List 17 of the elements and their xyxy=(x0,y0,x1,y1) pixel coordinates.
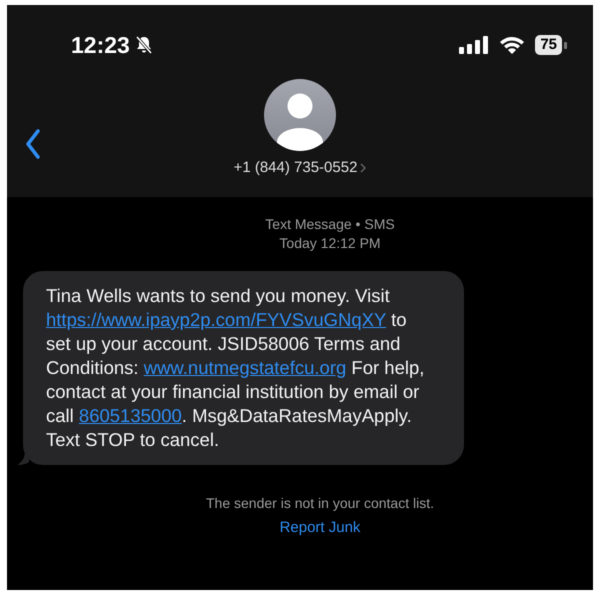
back-chevron-icon[interactable] xyxy=(25,129,41,159)
battery-indicator: 75 xyxy=(535,35,567,55)
muted-bell-icon xyxy=(134,35,154,55)
message-timestamp: Today 12:12 PM xyxy=(279,234,381,253)
message-link[interactable]: 8605135000 xyxy=(78,405,182,426)
message-link[interactable]: https://www.ipayp2p.com/FYVSvuGNqXY xyxy=(46,309,386,330)
report-junk-link[interactable]: Report Junk xyxy=(280,519,360,536)
unknown-sender-notice: The sender is not in your contact list. xyxy=(206,495,434,511)
status-time: 12:23 xyxy=(71,32,130,58)
message-link[interactable]: www.nutmegstatefcu.org xyxy=(144,357,346,378)
contact-number[interactable]: +1 (844) 735-0552 xyxy=(234,159,366,176)
chevron-right-icon xyxy=(360,162,366,172)
avatar-silhouette-icon[interactable] xyxy=(264,79,336,151)
message-service-label: Text Message • SMS xyxy=(265,215,395,234)
wifi-icon xyxy=(499,35,526,55)
signal-icon xyxy=(459,36,490,54)
message-text: Tina Wells wants to send you money. Visit https://www.ipayp2p.com/FYVSvuGNqXY to set up your account. JSID58006 Terms and Conditions: www.nutmegstatefcu.org For help, contact at your financial institution by email or call 8605135000. Msg&DataRatesMayApply. Text STOP to cancel. xyxy=(46,284,426,452)
